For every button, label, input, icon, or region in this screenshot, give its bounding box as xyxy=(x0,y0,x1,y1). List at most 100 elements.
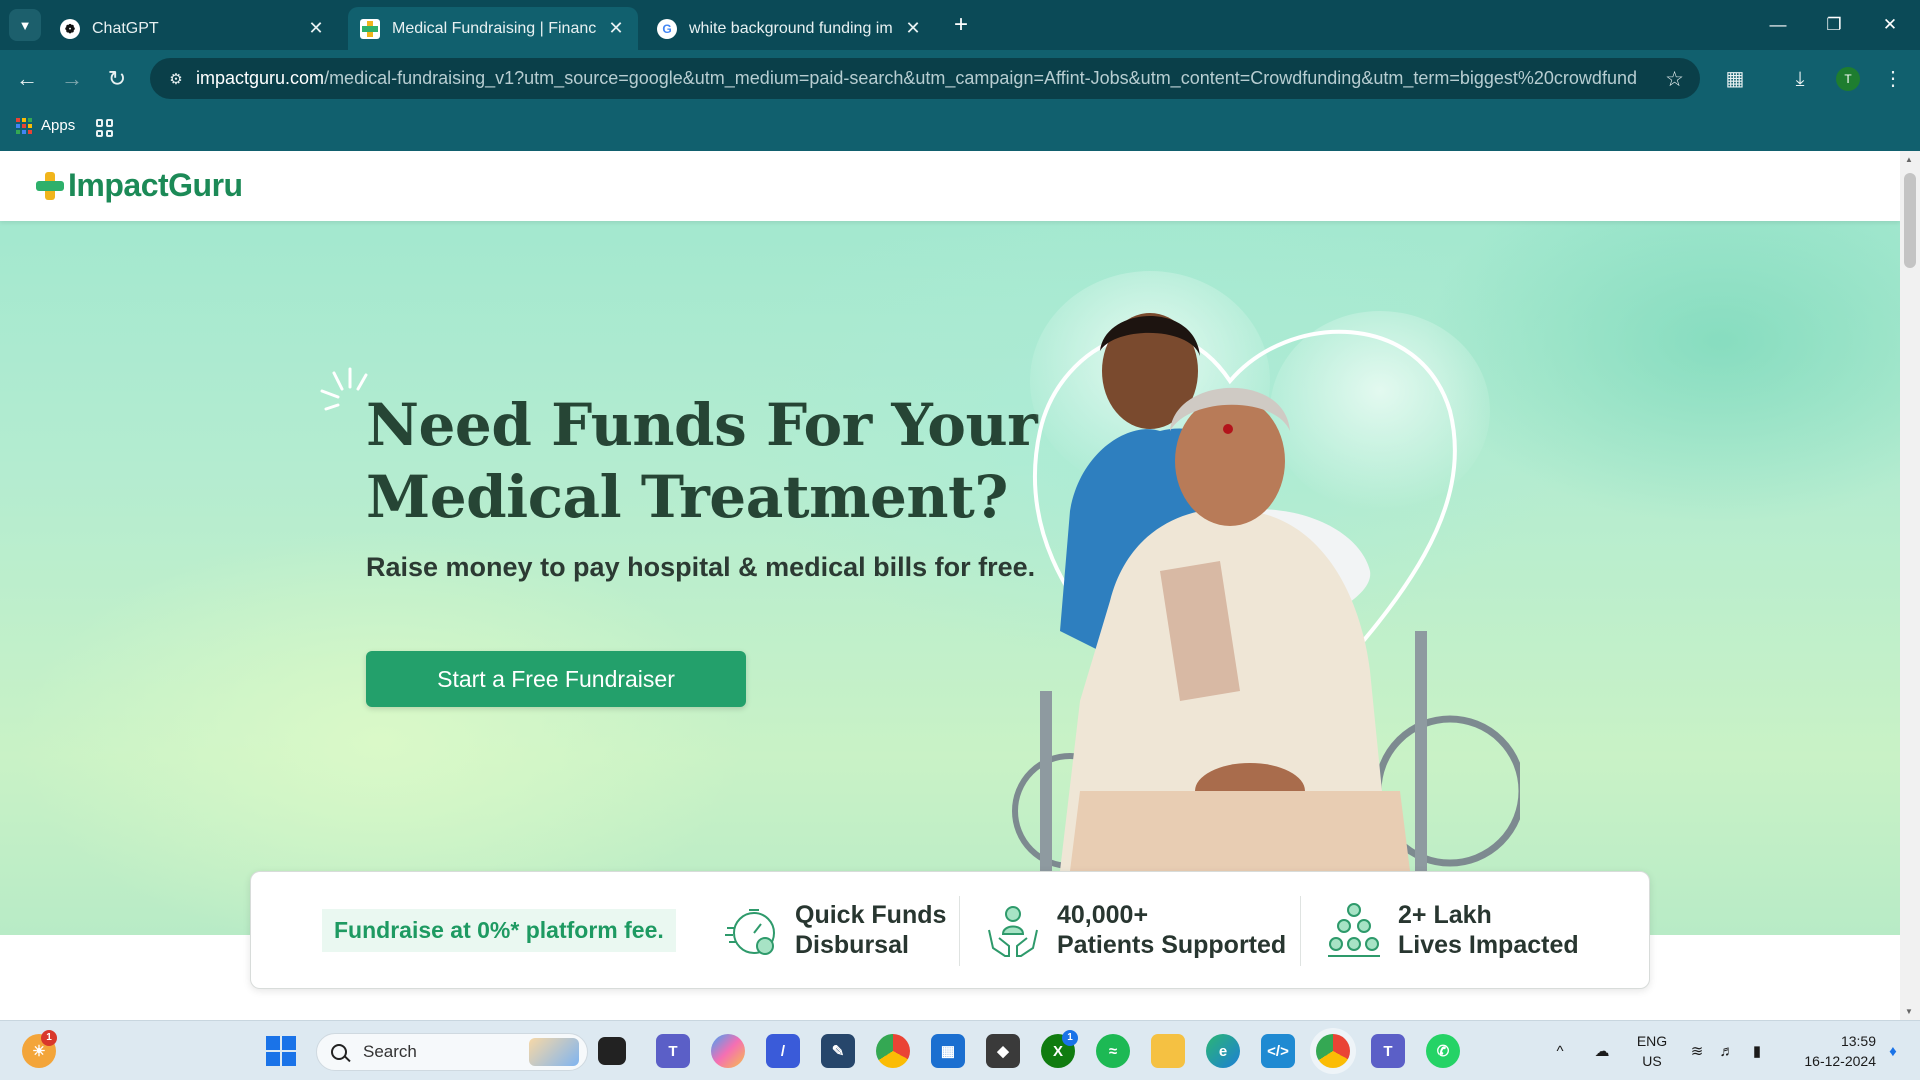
stat-lives-impacted: 2+ Lakh Lives Impacted xyxy=(1324,900,1579,960)
logo-text: ImpactGuru xyxy=(68,167,243,203)
scroll-thumb[interactable] xyxy=(1904,173,1916,268)
notepad-icon[interactable]: / xyxy=(766,1034,800,1068)
web-page: ImpactGuru Need Funds For Your Medical T… xyxy=(0,151,1900,1020)
new-tab-plus-icon[interactable]: + xyxy=(946,10,976,40)
taskbar-search-box[interactable]: Search xyxy=(316,1033,588,1071)
browser-toolbar: ← → ↻ ⚙ impactguru.com/medical-fundraisi… xyxy=(0,50,1920,107)
close-tab-icon[interactable]: ✕ xyxy=(903,18,923,39)
tab-chatgpt[interactable]: ❁ ChatGPT ✕ xyxy=(48,7,338,50)
close-window-icon[interactable]: ✕ xyxy=(1870,8,1910,42)
minimize-window-icon[interactable]: — xyxy=(1758,8,1798,42)
copilot-icon[interactable] xyxy=(711,1034,745,1068)
caregiver-hugging-patient-image xyxy=(1012,271,1520,871)
task-view-icon[interactable] xyxy=(598,1037,626,1065)
url-path: /medical-fundraising_v1?utm_source=googl… xyxy=(324,68,1636,88)
menu-kebab-icon[interactable]: ⋮ xyxy=(1876,62,1910,96)
onedrive-cloud-icon[interactable]: ☁ xyxy=(1588,1021,1616,1080)
impactguru-logo[interactable]: ImpactGuru xyxy=(36,167,243,204)
notifications-bell-icon[interactable]: ♦ xyxy=(1880,1021,1906,1080)
stat-divider xyxy=(959,896,960,966)
unity-hub-icon[interactable]: ◆ xyxy=(986,1034,1020,1068)
tab-title: white background funding imag xyxy=(689,19,893,37)
language-indicator[interactable]: ENG US xyxy=(1634,1031,1670,1071)
scroll-up-arrow-icon[interactable]: ▲ xyxy=(1905,155,1913,164)
microsoft-store-icon[interactable]: ▦ xyxy=(931,1034,965,1068)
quick-funds-clock-icon xyxy=(725,909,775,955)
stat-line-2: Lives Impacted xyxy=(1398,931,1579,959)
stat-line-1: Quick Funds xyxy=(795,901,947,929)
site-info-icon[interactable]: ⚙ xyxy=(156,70,196,88)
wifi-icon[interactable]: ≋ xyxy=(1684,1021,1710,1080)
system-clock[interactable]: 13:59 16-12-2024 xyxy=(1780,1031,1876,1071)
language-line-1: ENG xyxy=(1636,1033,1668,1049)
apps-label: Apps xyxy=(41,117,76,134)
chatgpt-icon: ❁ xyxy=(60,18,80,39)
clock-time: 13:59 xyxy=(1840,1033,1876,1049)
headline-line-2: Medical Treatment? xyxy=(366,463,1008,531)
close-tab-icon[interactable]: ✕ xyxy=(606,18,626,39)
tab-google-search[interactable]: G white background funding imag ✕ xyxy=(645,7,935,50)
chrome-icon[interactable] xyxy=(876,1034,910,1068)
patients-hands-icon xyxy=(988,906,1038,957)
vscode-icon[interactable]: </> xyxy=(1261,1034,1295,1068)
spotify-icon[interactable]: ≈ xyxy=(1096,1034,1130,1068)
platform-fee-badge: Fundraise at 0%* platform fee. xyxy=(322,909,676,952)
url-text[interactable]: impactguru.com/medical-fundraising_v1?ut… xyxy=(196,68,1636,89)
impactguru-favicon xyxy=(360,18,380,39)
scroll-down-arrow-icon[interactable]: ▼ xyxy=(1905,1007,1913,1016)
xbox-badge: 1 xyxy=(1062,1030,1078,1046)
start-fundraiser-button[interactable]: Start a Free Fundraiser xyxy=(366,651,746,707)
stat-line-2: Patients Supported xyxy=(1057,931,1287,959)
extensions-puzzle-icon[interactable]: ▦ xyxy=(1718,62,1752,96)
whatsapp-icon[interactable]: ✆ xyxy=(1426,1034,1460,1068)
apps-bookmark[interactable]: Apps xyxy=(16,117,75,134)
teams-classic-icon[interactable]: T xyxy=(1371,1034,1405,1068)
google-icon: G xyxy=(657,18,677,39)
forward-arrow-icon[interactable]: → xyxy=(55,62,89,96)
headline-line-1: Need Funds For Your xyxy=(366,391,1038,459)
close-tab-icon[interactable]: ✕ xyxy=(306,18,326,39)
site-header: ImpactGuru xyxy=(0,151,1900,221)
download-icon[interactable]: ⤓ xyxy=(1783,62,1817,96)
widget-badge: 1 xyxy=(41,1030,57,1046)
stat-patients-supported: 40,000+ Patients Supported xyxy=(983,900,1286,960)
back-arrow-icon[interactable]: ← xyxy=(10,62,44,96)
url-host: impactguru.com xyxy=(196,68,325,88)
browser-tab-strip: ▼ ❁ ChatGPT ✕ Medical Fundraising | Fina… xyxy=(0,0,1920,50)
search-highlight-image xyxy=(529,1038,579,1066)
tab-title: Medical Fundraising | Financial xyxy=(392,19,596,37)
apps-grid-icon xyxy=(16,117,32,134)
show-hidden-icons-chevron-icon[interactable]: ^ xyxy=(1548,1021,1572,1080)
file-explorer-icon[interactable] xyxy=(1151,1034,1185,1068)
lives-group-icon xyxy=(1328,903,1380,957)
page-scrollbar[interactable]: ▲ ▼ xyxy=(1900,151,1920,1020)
stats-card: Fundraise at 0%* platform fee. Quick Fun… xyxy=(250,871,1650,989)
windows-start-icon[interactable] xyxy=(264,1034,298,1068)
edge-icon[interactable]: e xyxy=(1206,1034,1240,1068)
tab-search-chevron-icon[interactable]: ▼ xyxy=(9,9,41,41)
clock-date: 16-12-2024 xyxy=(1804,1053,1876,1069)
logo-plus-icon xyxy=(36,171,64,200)
windows-taskbar: ☀ 1 Search T / ✎ ▦ ◆ X 1 ≈ e </> T ✆ ^ ☁… xyxy=(0,1020,1920,1080)
stat-line-2: Disbursal xyxy=(795,931,909,959)
tab-groups-icon[interactable] xyxy=(96,119,114,137)
bookmarks-bar: Apps xyxy=(0,107,1920,151)
volume-icon[interactable]: ♬ xyxy=(1714,1021,1740,1080)
profile-avatar[interactable]: T xyxy=(1836,67,1860,91)
stat-line-1: 40,000+ xyxy=(1057,901,1149,929)
taskbar-search-label: Search xyxy=(363,1042,417,1061)
bookmark-star-icon[interactable]: ☆ xyxy=(1665,67,1684,92)
snipping-tool-icon[interactable]: ✎ xyxy=(821,1034,855,1068)
teams-icon[interactable]: T xyxy=(656,1034,690,1068)
tab-medical-fundraising[interactable]: Medical Fundraising | Financial ✕ xyxy=(348,7,638,50)
battery-icon[interactable]: ▮ xyxy=(1744,1021,1770,1080)
hero-headline: Need Funds For Your Medical Treatment? xyxy=(366,389,1066,533)
tab-title: ChatGPT xyxy=(92,19,159,37)
chrome-active-icon[interactable] xyxy=(1316,1034,1350,1068)
stat-divider xyxy=(1300,896,1301,966)
restore-window-icon[interactable]: ❐ xyxy=(1814,8,1854,42)
reload-icon[interactable]: ↻ xyxy=(100,62,134,96)
search-icon xyxy=(331,1044,347,1060)
address-bar[interactable]: ⚙ impactguru.com/medical-fundraising_v1?… xyxy=(150,58,1700,99)
stat-line-1: 2+ Lakh xyxy=(1398,901,1492,929)
